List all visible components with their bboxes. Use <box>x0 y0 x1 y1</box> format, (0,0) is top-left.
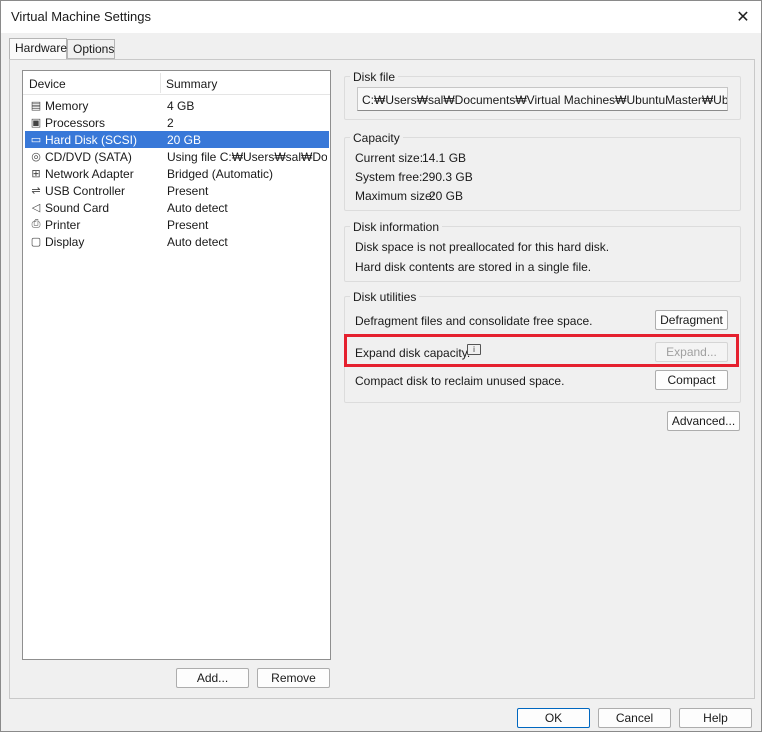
device-row-cd-dvd[interactable]: ◎ CD/DVD (SATA) Using file C:₩Users₩sal₩… <box>25 148 329 165</box>
printer-icon: ⎙ <box>31 217 41 230</box>
disk-file-label: Disk file <box>350 70 399 84</box>
device-list[interactable]: Device Summary ▤ Memory 4 GB ▣ Processor… <box>22 70 331 660</box>
current-size-value: 14.1 GB <box>422 151 467 165</box>
device-name: Processors <box>45 116 106 130</box>
system-free-label: System free: <box>355 170 423 184</box>
maximum-size-value: 20 GB <box>429 189 464 203</box>
advanced-button[interactable]: Advanced... <box>667 411 740 431</box>
device-summary: Present <box>167 218 209 232</box>
speaker-icon: ◁ <box>31 200 41 214</box>
add-button[interactable]: Add... <box>176 668 249 688</box>
network-icon: ⊞ <box>31 166 41 180</box>
disk-info-line-1: Disk space is not preallocated for this … <box>355 240 610 254</box>
disk-file-group: Disk file C:₩Users₩sal₩Documents₩Virtual… <box>344 70 741 120</box>
hard-disk-icon: ▭ <box>30 132 42 146</box>
device-name: USB Controller <box>45 184 126 198</box>
column-divider[interactable] <box>160 73 161 93</box>
device-name: Hard Disk (SCSI) <box>45 133 138 147</box>
remove-button[interactable]: Remove <box>257 668 330 688</box>
device-name: Printer <box>45 218 81 232</box>
device-row-processors[interactable]: ▣ Processors 2 <box>25 114 329 131</box>
cancel-button[interactable]: Cancel <box>598 708 671 728</box>
compact-description: Compact disk to reclaim unused space. <box>355 374 565 388</box>
help-button[interactable]: Help <box>679 708 752 728</box>
device-name: Display <box>45 235 85 249</box>
device-row-network-adapter[interactable]: ⊞ Network Adapter Bridged (Automatic) <box>25 165 329 182</box>
expand-highlight-box <box>344 334 739 367</box>
window-title: Virtual Machine Settings <box>11 9 151 24</box>
device-summary: Auto detect <box>167 201 228 215</box>
compact-button[interactable]: Compact <box>655 370 728 390</box>
title-bar: Virtual Machine Settings ✕ <box>1 1 761 33</box>
device-row-memory[interactable]: ▤ Memory 4 GB <box>25 97 329 114</box>
device-summary: 20 GB <box>167 133 202 147</box>
device-row-printer[interactable]: ⎙ Printer Present <box>25 216 329 233</box>
device-name: CD/DVD (SATA) <box>45 150 132 164</box>
vm-settings-window: Virtual Machine Settings ✕ Hardware Opti… <box>0 0 762 732</box>
display-icon: ▢ <box>30 234 42 248</box>
hardware-panel: Device Summary ▤ Memory 4 GB ▣ Processor… <box>9 59 755 699</box>
disk-information-group: Disk information Disk space is not preal… <box>344 220 741 282</box>
disk-utilities-label: Disk utilities <box>350 290 420 304</box>
tab-hardware[interactable]: Hardware <box>9 38 67 60</box>
disk-info-line-2: Hard disk contents are stored in a singl… <box>355 260 592 274</box>
device-summary: Using file C:₩Users₩sal₩Do... <box>167 150 327 164</box>
device-row-display[interactable]: ▢ Display Auto detect <box>25 233 329 250</box>
close-icon[interactable]: ✕ <box>731 5 755 29</box>
ok-button[interactable]: OK <box>517 708 590 728</box>
capacity-group: Capacity Current size: 14.1 GB System fr… <box>344 131 741 211</box>
usb-icon: ⇌ <box>31 183 41 197</box>
column-header-device[interactable]: Device <box>29 77 66 91</box>
device-summary: 2 <box>167 116 174 130</box>
processor-icon: ▣ <box>30 115 42 129</box>
device-summary: 4 GB <box>167 99 195 113</box>
disk-information-label: Disk information <box>350 220 443 234</box>
device-row-usb-controller[interactable]: ⇌ USB Controller Present <box>25 182 329 199</box>
defragment-button[interactable]: Defragment <box>655 310 728 330</box>
list-header: Device Summary <box>23 71 330 95</box>
column-header-summary[interactable]: Summary <box>166 77 217 91</box>
device-name: Memory <box>45 99 89 113</box>
capacity-label: Capacity <box>350 131 403 145</box>
system-free-value: 290.3 GB <box>422 170 473 184</box>
device-name: Network Adapter <box>45 167 134 181</box>
device-summary: Present <box>167 184 209 198</box>
defragment-description: Defragment files and consolidate free sp… <box>355 314 593 328</box>
device-row-hard-disk[interactable]: ▭ Hard Disk (SCSI) 20 GB <box>25 131 329 148</box>
device-row-sound-card[interactable]: ◁ Sound Card Auto detect <box>25 199 329 216</box>
device-summary: Auto detect <box>167 235 228 249</box>
device-name: Sound Card <box>45 201 110 215</box>
device-summary: Bridged (Automatic) <box>167 167 274 181</box>
maximum-size-label: Maximum size: <box>355 189 436 203</box>
memory-icon: ▤ <box>30 98 42 112</box>
tab-options[interactable]: Options <box>67 39 115 59</box>
cd-dvd-icon: ◎ <box>31 149 41 163</box>
current-size-label: Current size: <box>355 151 424 165</box>
disk-file-path-field[interactable]: C:₩Users₩sal₩Documents₩Virtual Machines₩… <box>357 87 728 111</box>
